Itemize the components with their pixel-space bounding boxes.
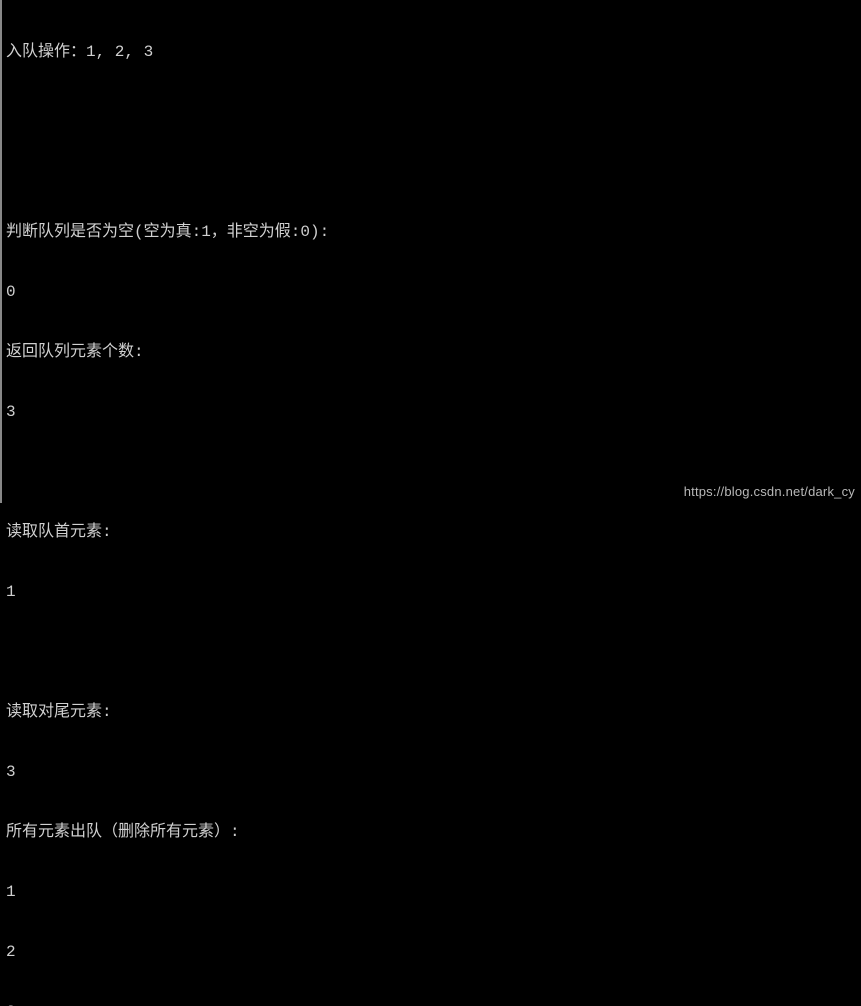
console-line: 1 bbox=[6, 882, 861, 902]
console-line: 3 bbox=[6, 1002, 861, 1006]
console-line: 1 bbox=[6, 582, 861, 602]
console-line bbox=[6, 162, 861, 182]
console-line: 3 bbox=[6, 402, 861, 422]
console-line: 3 bbox=[6, 762, 861, 782]
console-line: 0 bbox=[6, 282, 861, 302]
console-window[interactable]: 入队操作：1, 2, 3 判断队列是否为空(空为真:1，非空为假:0): 0 返… bbox=[0, 0, 861, 503]
console-line bbox=[6, 462, 861, 482]
console-line bbox=[6, 102, 861, 122]
console-line bbox=[6, 642, 861, 662]
console-line: 2 bbox=[6, 942, 861, 962]
console-line: 返回队列元素个数: bbox=[6, 342, 861, 362]
console-line: 读取对尾元素: bbox=[6, 702, 861, 722]
console-line: 所有元素出队（删除所有元素）: bbox=[6, 822, 861, 842]
console-line: 判断队列是否为空(空为真:1，非空为假:0): bbox=[6, 222, 861, 242]
watermark-text: https://blog.csdn.net/dark_cy bbox=[684, 484, 855, 499]
console-line: 读取队首元素: bbox=[6, 522, 861, 542]
console-line: 入队操作：1, 2, 3 bbox=[6, 42, 861, 62]
